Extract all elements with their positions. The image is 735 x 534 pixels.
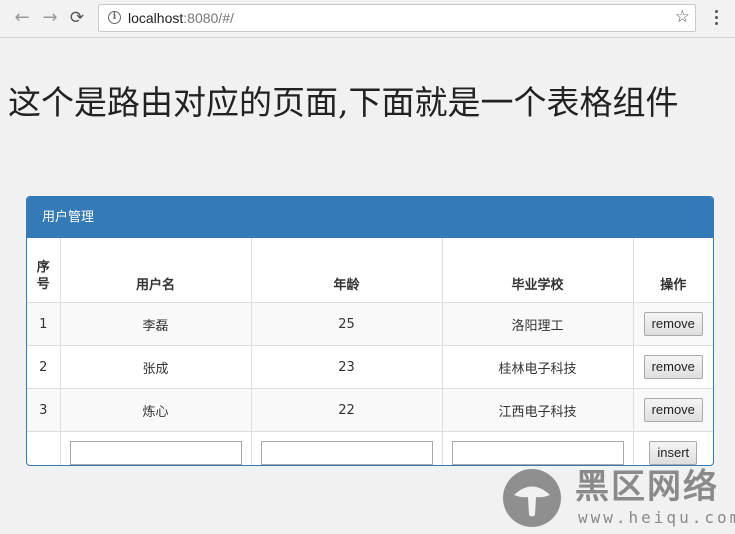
cell-index: 2 [27, 345, 61, 389]
cell-action: remove [632, 388, 713, 432]
page-title: 这个是路由对应的页面,下面就是一个表格组件 [8, 83, 679, 122]
table-header-row: 序号 用户名 年龄 毕业学校 操作 [27, 238, 713, 303]
cell-username: 炼心 [59, 388, 252, 432]
url-rest: :8080/#/ [183, 10, 234, 26]
url-text[interactable]: localhost:8080/#/ [128, 10, 234, 26]
header-username: 用户名 [59, 238, 252, 303]
cell-age: 23 [250, 345, 443, 389]
remove-button[interactable]: remove [643, 355, 703, 379]
browser-toolbar: ← → ⟳ i localhost:8080/#/ ☆ [0, 0, 735, 38]
cell-index-empty [27, 431, 61, 465]
forward-icon[interactable]: → [39, 7, 61, 29]
back-icon[interactable]: ← [11, 7, 33, 29]
remove-button[interactable]: remove [643, 312, 703, 336]
username-input[interactable] [69, 441, 242, 465]
cell-school: 江西电子科技 [441, 388, 634, 432]
header-school: 毕业学校 [441, 238, 634, 303]
address-bar[interactable]: i localhost:8080/#/ ☆ [98, 4, 696, 32]
star-icon[interactable]: ☆ [675, 7, 690, 27]
cell-school: 桂林电子科技 [441, 345, 634, 389]
cell-age: 25 [250, 302, 443, 346]
url-host: localhost [128, 10, 184, 26]
table-row: 3 炼心 22 江西电子科技 remove [27, 388, 713, 432]
cell-action: remove [632, 345, 713, 389]
watermark-logo [503, 469, 561, 527]
reload-icon[interactable]: ⟳ [66, 7, 88, 29]
header-index: 序号 [27, 238, 61, 303]
table-row: 2 张成 23 桂林电子科技 remove [27, 345, 713, 389]
cell-action: remove [632, 302, 713, 346]
watermark-url: www.heiqu.com [578, 508, 735, 527]
info-icon[interactable]: i [108, 11, 121, 24]
cell-age-input [250, 431, 443, 465]
age-input[interactable] [260, 441, 433, 465]
cell-school-input [441, 431, 634, 465]
cell-username: 李磊 [59, 302, 252, 346]
remove-button[interactable]: remove [643, 398, 703, 422]
school-input[interactable] [451, 441, 624, 465]
cell-school: 洛阳理工 [441, 302, 634, 346]
table-row: 1 李磊 25 洛阳理工 remove [27, 302, 713, 346]
header-age: 年龄 [250, 238, 443, 303]
user-management-panel: 用户管理 序号 用户名 年龄 毕业学校 操作 1 李磊 25 洛阳理工 remo… [26, 196, 714, 466]
panel-heading: 用户管理 [27, 197, 713, 238]
menu-icon[interactable] [710, 10, 722, 28]
insert-button[interactable]: insert [649, 441, 698, 465]
cell-age: 22 [250, 388, 443, 432]
cell-username: 张成 [59, 345, 252, 389]
header-action: 操作 [632, 238, 713, 303]
cell-insert: insert [632, 431, 713, 465]
user-table: 序号 用户名 年龄 毕业学校 操作 1 李磊 25 洛阳理工 remove 2 … [27, 238, 713, 465]
insert-row: insert [27, 431, 713, 465]
watermark-brand: 黑区网络 [575, 467, 719, 507]
cell-index: 1 [27, 302, 61, 346]
cell-username-input [59, 431, 252, 465]
cell-index: 3 [27, 388, 61, 432]
